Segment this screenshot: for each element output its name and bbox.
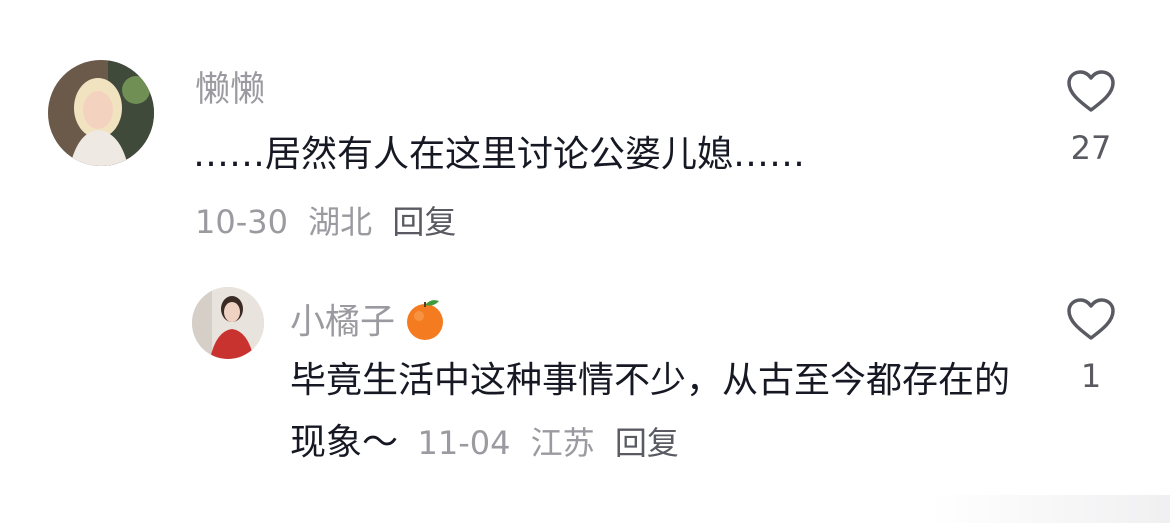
heart-icon [1067,298,1115,340]
comment-meta: 10-30 湖北 回复 [195,202,466,242]
username-text: 小橘子 [290,302,396,343]
comment-text: 毕竟生活中这种事情不少，从古至今都存在的现象～ 11-04 江苏 回复 [290,350,1010,474]
tangerine-emoji-icon [403,296,447,351]
reply-button[interactable]: 回复 [615,424,679,462]
comment-text: ……居然有人在这里讨论公婆儿媳…… [193,134,806,175]
commenter-avatar[interactable] [192,287,264,359]
like-button[interactable]: 27 [1056,68,1126,168]
comment-date: 11-04 [417,424,511,462]
comment-date: 10-30 [195,203,288,241]
commenter-username[interactable]: 懒懒 [195,70,265,110]
watermark-strip [930,495,1170,523]
comment-location: 湖北 [308,203,373,241]
like-count: 1 [1080,357,1102,395]
avatar-photo-icon [48,60,154,166]
avatar-photo-icon [192,287,264,359]
comment-meta: 11-04 江苏 回复 [417,424,688,462]
heart-icon [1067,70,1115,112]
commenter-avatar[interactable] [48,60,154,166]
like-button[interactable]: 1 [1056,296,1126,396]
like-count: 27 [1070,129,1112,167]
commenter-username[interactable]: 小橘子 [290,296,447,351]
comment-location: 江苏 [530,424,595,462]
reply-button[interactable]: 回复 [392,203,456,241]
